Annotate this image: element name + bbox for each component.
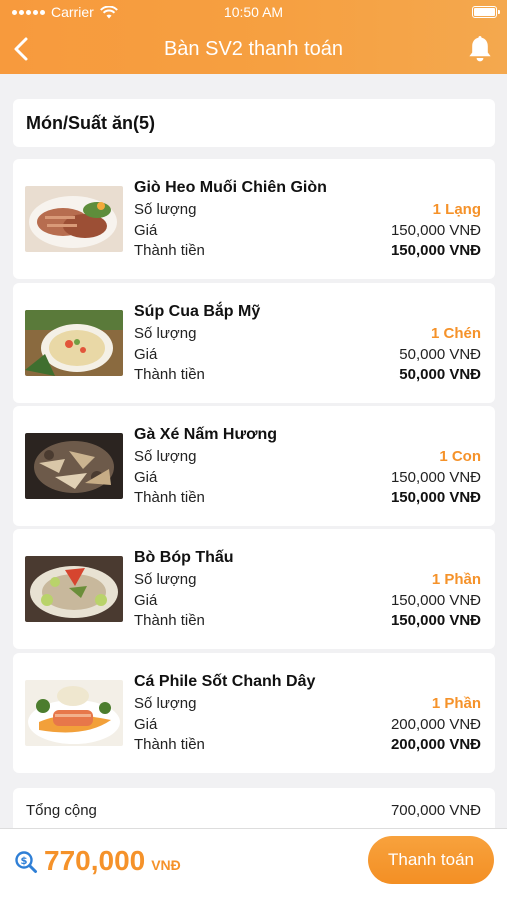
total-value: 50,000 VNĐ bbox=[399, 366, 481, 383]
total-label: Thành tiền bbox=[134, 612, 205, 629]
dish-image bbox=[25, 310, 123, 376]
quantity-label: Số lượng bbox=[134, 571, 197, 588]
subtotal-row: Tổng cộng 700,000 VNĐ bbox=[13, 788, 495, 828]
quantity-label: Số lượng bbox=[134, 695, 197, 712]
dish-name: Giò Heo Muối Chiên Giòn bbox=[134, 179, 327, 196]
quantity-value: 1 Con bbox=[439, 448, 481, 465]
order-item-card[interactable]: Bò Bóp Thấu Số lượng 1 Phần Giá 150,000 VN… bbox=[13, 529, 495, 649]
app-header: Carrier 10:50 AM Bàn SV2 thanh toán bbox=[0, 0, 507, 74]
price-label: Giá bbox=[134, 592, 158, 609]
search-money-icon: $ bbox=[15, 851, 37, 873]
dish-image bbox=[25, 186, 123, 252]
total-label: Thành tiền bbox=[134, 489, 205, 506]
price-value: 150,000 VNĐ bbox=[390, 592, 481, 609]
dish-image bbox=[25, 556, 123, 622]
price-label: Giá bbox=[134, 346, 158, 363]
clock: 10:50 AM bbox=[223, 4, 284, 20]
subtotal-label: Tổng cộng bbox=[26, 802, 97, 819]
grand-total-amount: 770,000 bbox=[44, 845, 146, 876]
total-value: 200,000 VNĐ bbox=[390, 736, 481, 753]
section-title: Món/Suất ăn(5) bbox=[26, 113, 155, 133]
price-label: Giá bbox=[134, 222, 158, 239]
dish-image bbox=[25, 680, 123, 746]
dish-name: Cá Phile Sốt Chanh Dây bbox=[134, 673, 316, 690]
order-item-card[interactable]: Giò Heo Muối Chiên Giòn Số lượng 1 Lạng G… bbox=[13, 159, 495, 279]
bell-icon[interactable] bbox=[467, 34, 493, 64]
price-label: Giá bbox=[134, 716, 158, 733]
quantity-value: 1 Phần bbox=[431, 695, 481, 712]
quantity-value: 1 Phần bbox=[431, 571, 481, 588]
total-label: Thành tiền bbox=[134, 366, 205, 383]
dish-name: Bò Bóp Thấu bbox=[134, 549, 234, 566]
total-value: 150,000 VNĐ bbox=[390, 242, 481, 259]
pay-button[interactable]: Thanh toán bbox=[368, 836, 494, 884]
quantity-label: Số lượng bbox=[134, 448, 197, 465]
order-item-card[interactable]: Cá Phile Sốt Chanh Dây Số lượng 1 Phần Gi… bbox=[13, 653, 495, 773]
price-value: 150,000 VNĐ bbox=[390, 222, 481, 239]
total-value: 150,000 VNĐ bbox=[390, 612, 481, 629]
grand-total-currency: VNĐ bbox=[151, 857, 181, 873]
total-label: Thành tiền bbox=[134, 242, 205, 259]
price-value: 50,000 VNĐ bbox=[399, 346, 481, 363]
quantity-value: 1 Lạng bbox=[432, 201, 481, 218]
order-item-card[interactable]: Gà Xé Nấm Hương Số lượng 1 Con Giá 150,000… bbox=[13, 406, 495, 526]
grand-total: $ 770,000 VNĐ bbox=[14, 845, 181, 877]
total-value: 150,000 VNĐ bbox=[390, 489, 481, 506]
dish-image bbox=[25, 433, 123, 499]
subtotal-value: 700,000 VNĐ bbox=[390, 802, 481, 819]
dish-name: Gà Xé Nấm Hương bbox=[134, 426, 277, 443]
dishes-section-header: Món/Suất ăn(5) bbox=[13, 99, 495, 147]
dish-name: Súp Cua Bắp Mỹ bbox=[134, 303, 261, 320]
quantity-value: 1 Chén bbox=[430, 325, 481, 342]
price-value: 200,000 VNĐ bbox=[390, 716, 481, 733]
order-item-card[interactable]: Súp Cua Bắp Mỹ Số lượng 1 Chén Giá 50,000 … bbox=[13, 283, 495, 403]
battery-icon bbox=[472, 6, 500, 18]
payment-bar: $ 770,000 VNĐ Thanh toán bbox=[0, 828, 507, 900]
total-label: Thành tiền bbox=[134, 736, 205, 753]
quantity-label: Số lượng bbox=[134, 325, 197, 342]
quantity-label: Số lượng bbox=[134, 201, 197, 218]
page-title: Bàn SV2 thanh toán bbox=[163, 38, 344, 60]
price-value: 150,000 VNĐ bbox=[390, 469, 481, 486]
svg-text:$: $ bbox=[21, 856, 28, 867]
price-label: Giá bbox=[134, 469, 158, 486]
status-bar: Carrier 10:50 AM bbox=[0, 4, 507, 24]
